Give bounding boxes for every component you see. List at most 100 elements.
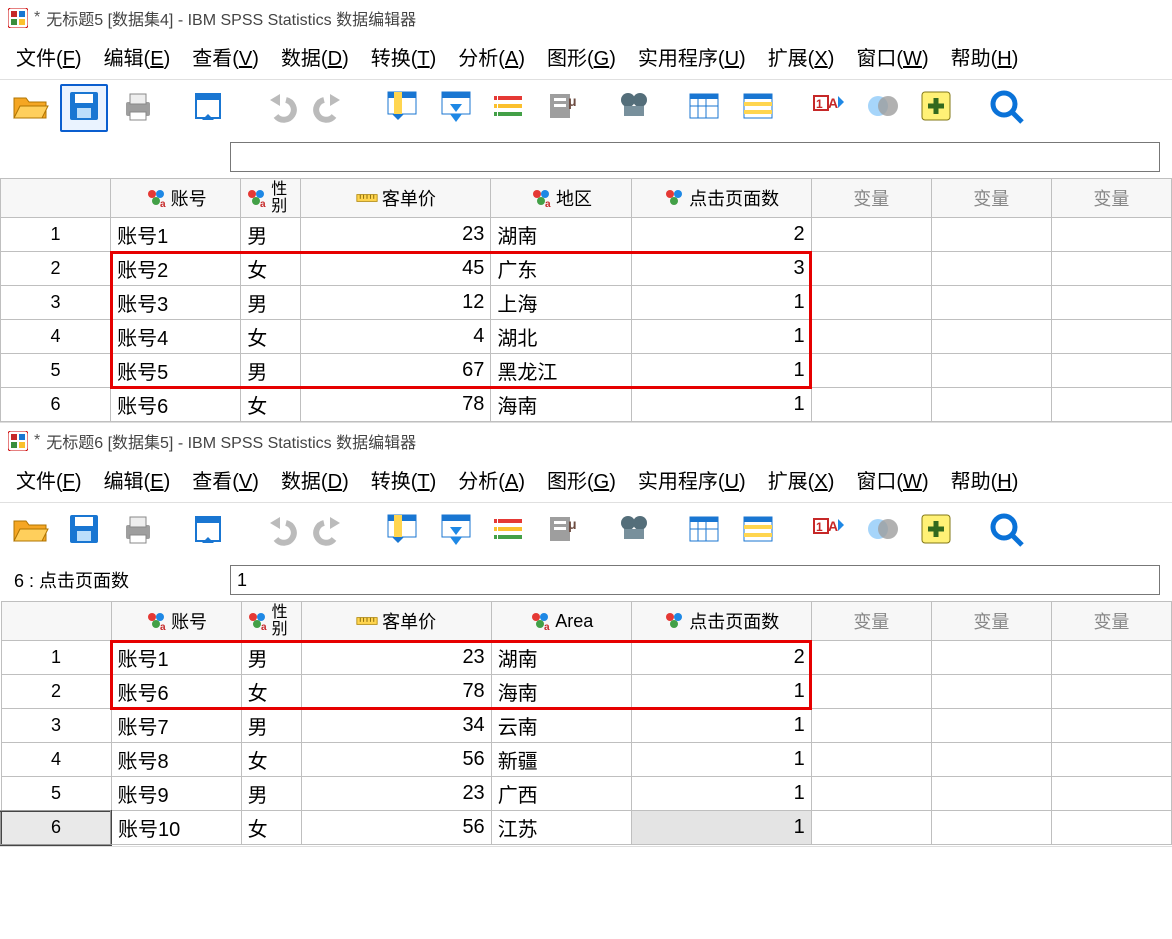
empty-cell[interactable] <box>931 743 1051 777</box>
cell-price[interactable]: 23 <box>301 641 491 675</box>
empty-cell[interactable] <box>811 641 931 675</box>
data-grid[interactable]: a账号 a性别 客单价 a地区 点击页面数 变量 变量 变量 1账号1男23湖南… <box>0 178 1172 422</box>
cell-clicks[interactable]: 1 <box>631 743 811 777</box>
cell-area[interactable]: 湖南 <box>491 641 631 675</box>
cell-clicks[interactable]: 1 <box>631 286 811 320</box>
col-header-area[interactable]: aArea <box>491 602 631 641</box>
variables-icon-button[interactable] <box>486 84 534 132</box>
empty-cell[interactable] <box>931 777 1051 811</box>
recent-icon-button[interactable] <box>184 507 232 555</box>
empty-cell[interactable] <box>931 320 1051 354</box>
cell-clicks[interactable]: 1 <box>631 388 811 422</box>
empty-cell[interactable] <box>811 286 931 320</box>
cell-sex[interactable]: 男 <box>241 354 301 388</box>
cell-sex[interactable]: 女 <box>241 743 301 777</box>
menu-item[interactable]: 帮助(H) <box>951 465 1019 494</box>
run-icon-button[interactable]: μ <box>540 84 588 132</box>
variables-icon-button[interactable] <box>486 507 534 555</box>
menu-item[interactable]: 编辑(E) <box>104 465 171 494</box>
cell-area[interactable]: 湖北 <box>491 320 631 354</box>
empty-cell[interactable] <box>1051 641 1171 675</box>
cell-area[interactable]: 湖南 <box>491 218 631 252</box>
row-header[interactable]: 3 <box>1 286 111 320</box>
cell-clicks[interactable]: 1 <box>631 777 811 811</box>
menu-item[interactable]: 扩展(X) <box>768 42 835 71</box>
select-cases-icon-button[interactable] <box>680 507 728 555</box>
empty-cell[interactable] <box>1051 709 1171 743</box>
add-icon-button[interactable] <box>912 84 960 132</box>
menu-item[interactable]: 窗口(W) <box>856 465 928 494</box>
menu-item[interactable]: 数据(D) <box>281 42 349 71</box>
cell-account[interactable]: 账号3 <box>111 286 241 320</box>
col-header-empty[interactable]: 变量 <box>931 179 1051 218</box>
cell-sex[interactable]: 男 <box>241 218 301 252</box>
menu-item[interactable]: 帮助(H) <box>951 42 1019 71</box>
menu-item[interactable]: 编辑(E) <box>104 42 171 71</box>
col-header-empty[interactable]: 变量 <box>811 602 931 641</box>
current-cell-value-input[interactable] <box>230 142 1160 172</box>
empty-cell[interactable] <box>811 218 931 252</box>
row-header[interactable]: 4 <box>1 320 111 354</box>
empty-cell[interactable] <box>811 320 931 354</box>
empty-cell[interactable] <box>931 388 1051 422</box>
print-icon-button[interactable] <box>114 84 162 132</box>
cell-area[interactable]: 云南 <box>491 709 631 743</box>
cell-sex[interactable]: 女 <box>241 252 301 286</box>
row-header[interactable]: 2 <box>1 252 111 286</box>
cell-price[interactable]: 78 <box>301 388 491 422</box>
cell-price[interactable]: 67 <box>301 354 491 388</box>
empty-cell[interactable] <box>811 354 931 388</box>
menu-item[interactable]: 转换(T) <box>371 465 437 494</box>
row-header[interactable]: 6 <box>1 388 111 422</box>
col-header-price[interactable]: 客单价 <box>301 179 491 218</box>
cell-account[interactable]: 账号5 <box>111 354 241 388</box>
find-icon-button[interactable] <box>610 507 658 555</box>
empty-cell[interactable] <box>811 675 931 709</box>
use-sets-icon-button[interactable] <box>858 507 906 555</box>
empty-cell[interactable] <box>931 252 1051 286</box>
col-header-empty[interactable]: 变量 <box>811 179 931 218</box>
cell-sex[interactable]: 女 <box>241 675 301 709</box>
menu-item[interactable]: 窗口(W) <box>856 42 928 71</box>
open-icon-button[interactable] <box>6 84 54 132</box>
cell-price[interactable]: 45 <box>301 252 491 286</box>
cell-account[interactable]: 账号8 <box>111 743 241 777</box>
search-big-icon-button[interactable] <box>982 507 1030 555</box>
empty-cell[interactable] <box>1051 354 1171 388</box>
col-header-sex[interactable]: a性别 <box>241 179 301 218</box>
cell-clicks[interactable]: 1 <box>631 675 811 709</box>
menu-item[interactable]: 查看(V) <box>192 465 259 494</box>
col-header-empty[interactable]: 变量 <box>1051 602 1171 641</box>
cell-price[interactable]: 56 <box>301 743 491 777</box>
cell-sex[interactable]: 男 <box>241 777 301 811</box>
find-icon-button[interactable] <box>610 84 658 132</box>
empty-cell[interactable] <box>1051 320 1171 354</box>
search-big-icon-button[interactable] <box>982 84 1030 132</box>
empty-cell[interactable] <box>931 286 1051 320</box>
print-icon-button[interactable] <box>114 507 162 555</box>
empty-cell[interactable] <box>811 252 931 286</box>
cell-area[interactable]: 广西 <box>491 777 631 811</box>
row-header[interactable]: 3 <box>1 709 111 743</box>
cell-account[interactable]: 账号1 <box>111 641 241 675</box>
cell-account[interactable]: 账号10 <box>111 811 241 845</box>
col-header-sex[interactable]: a性别 <box>241 602 301 641</box>
cell-account[interactable]: 账号1 <box>111 218 241 252</box>
empty-cell[interactable] <box>811 777 931 811</box>
empty-cell[interactable] <box>811 811 931 845</box>
value-labels-icon-button[interactable]: 1A <box>804 507 852 555</box>
menu-item[interactable]: 转换(T) <box>371 42 437 71</box>
goto-case-icon-button[interactable] <box>432 84 480 132</box>
empty-cell[interactable] <box>1051 388 1171 422</box>
empty-cell[interactable] <box>1051 286 1171 320</box>
cell-sex[interactable]: 女 <box>241 811 301 845</box>
cell-account[interactable]: 账号7 <box>111 709 241 743</box>
cell-price[interactable]: 12 <box>301 286 491 320</box>
empty-cell[interactable] <box>931 709 1051 743</box>
menu-item[interactable]: 图形(G) <box>547 42 616 71</box>
use-sets-icon-button[interactable] <box>858 84 906 132</box>
cell-account[interactable]: 账号4 <box>111 320 241 354</box>
undo-icon-button[interactable] <box>254 507 302 555</box>
menu-item[interactable]: 分析(A) <box>458 42 525 71</box>
cell-account[interactable]: 账号6 <box>111 388 241 422</box>
